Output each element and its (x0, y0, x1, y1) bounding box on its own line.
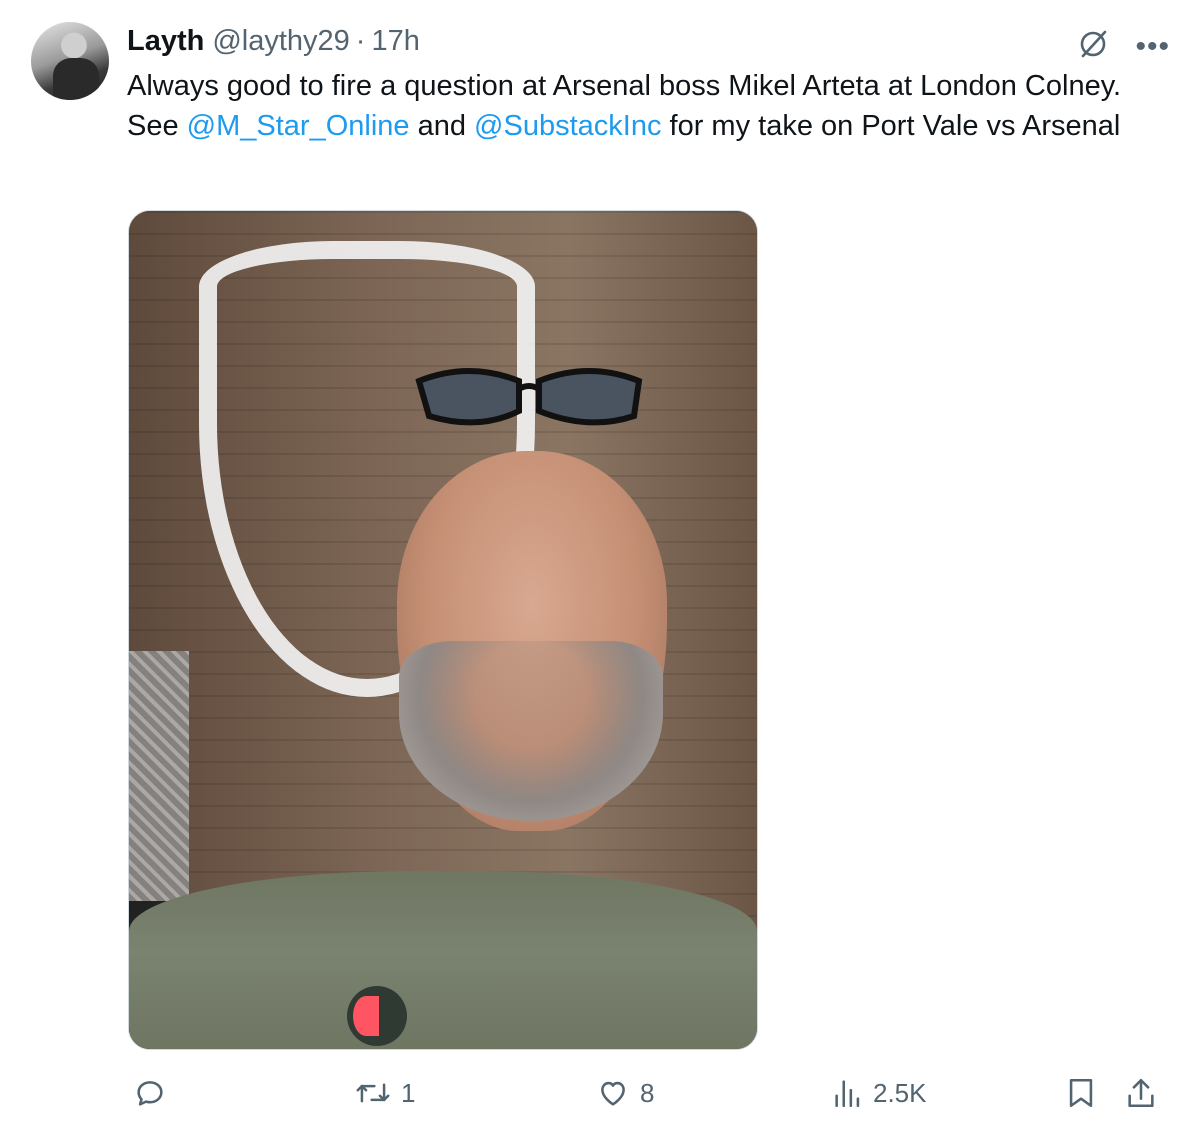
views-button[interactable]: 2.5K (833, 1076, 927, 1110)
photo-champion-logo (347, 986, 407, 1046)
grok-icon[interactable] (1075, 26, 1111, 67)
author-name[interactable]: Layth (127, 25, 204, 58)
retweet-button[interactable]: 1 (355, 1076, 415, 1110)
views-icon (835, 1080, 860, 1108)
bookmark-icon (1069, 1078, 1093, 1108)
bookmark-button[interactable] (1066, 1076, 1096, 1110)
like-count: 8 (640, 1077, 655, 1108)
share-button[interactable] (1125, 1076, 1157, 1110)
tweet-actions: 1 8 2.5K (0, 1068, 1198, 1122)
reply-button[interactable] (133, 1076, 177, 1110)
tweet-top-icons: ••• (1075, 26, 1170, 67)
retweet-count: 1 (401, 1077, 416, 1108)
author-handle[interactable]: @laythy29 (212, 25, 349, 58)
views-count: 2.5K (873, 1077, 927, 1108)
heart-icon (601, 1081, 625, 1106)
photo-sunglasses (415, 368, 643, 426)
like-button[interactable]: 8 (596, 1076, 654, 1110)
tweet-header: Layth @laythy29 · 17h (127, 22, 420, 60)
tweet-photo[interactable] (128, 210, 758, 1050)
reply-icon (137, 1081, 163, 1106)
photo-hoodie (129, 871, 757, 1049)
share-icon (1128, 1078, 1154, 1108)
mention-link[interactable]: @SubstackInc (474, 110, 661, 142)
photo-fence (129, 651, 189, 921)
more-icon[interactable]: ••• (1135, 31, 1170, 62)
tweet-text: Always good to fire a question at Arsena… (127, 66, 1167, 146)
tweet-text-part: and (409, 110, 475, 142)
tweet-text-part: for my take on Port Vale vs Arsenal (661, 110, 1121, 142)
retweet-icon (356, 1083, 390, 1103)
avatar[interactable] (31, 22, 109, 100)
separator: · (355, 24, 366, 57)
mention-link[interactable]: @M_Star_Online (187, 110, 410, 142)
timestamp[interactable]: 17h (371, 25, 419, 58)
